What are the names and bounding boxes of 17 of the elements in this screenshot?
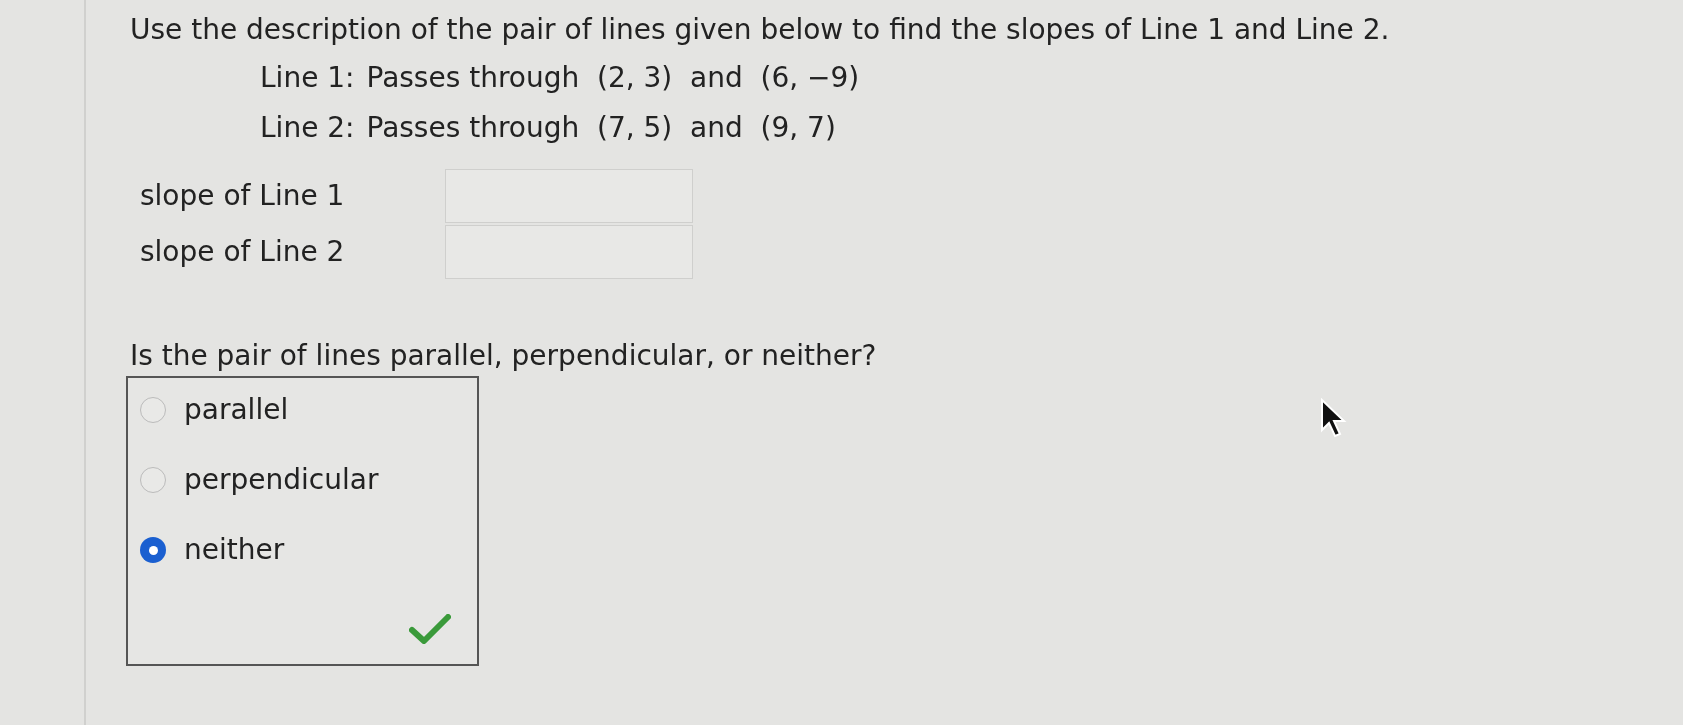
option-label: neither xyxy=(184,532,285,568)
line-description: Passes through (2, 3) and (6, −9) xyxy=(366,60,860,96)
question-text: Is the pair of lines parallel, perpendicular, or neither? xyxy=(130,338,878,374)
option-label: perpendicular xyxy=(184,462,379,498)
instruction-text: Use the description of the pair of lines given below to find the slopes of Line 1 and Line 2. xyxy=(130,12,1391,48)
line-label: Line 1: xyxy=(260,60,355,96)
slope-label: slope of Line 2 xyxy=(140,234,346,270)
mouse-cursor-icon xyxy=(1320,398,1348,440)
line-description: Passes through (7, 5) and (9, 7) xyxy=(366,110,836,146)
slope-input-field[interactable] xyxy=(445,225,693,279)
slope-label: slope of Line 1 xyxy=(140,178,346,214)
radio-button[interactable] xyxy=(140,537,166,563)
radio-button[interactable] xyxy=(140,397,166,423)
option-label: parallel xyxy=(184,392,289,428)
radio-button[interactable] xyxy=(140,467,166,493)
slope-input-field[interactable] xyxy=(445,169,693,223)
line-label: Line 2: xyxy=(260,110,355,146)
